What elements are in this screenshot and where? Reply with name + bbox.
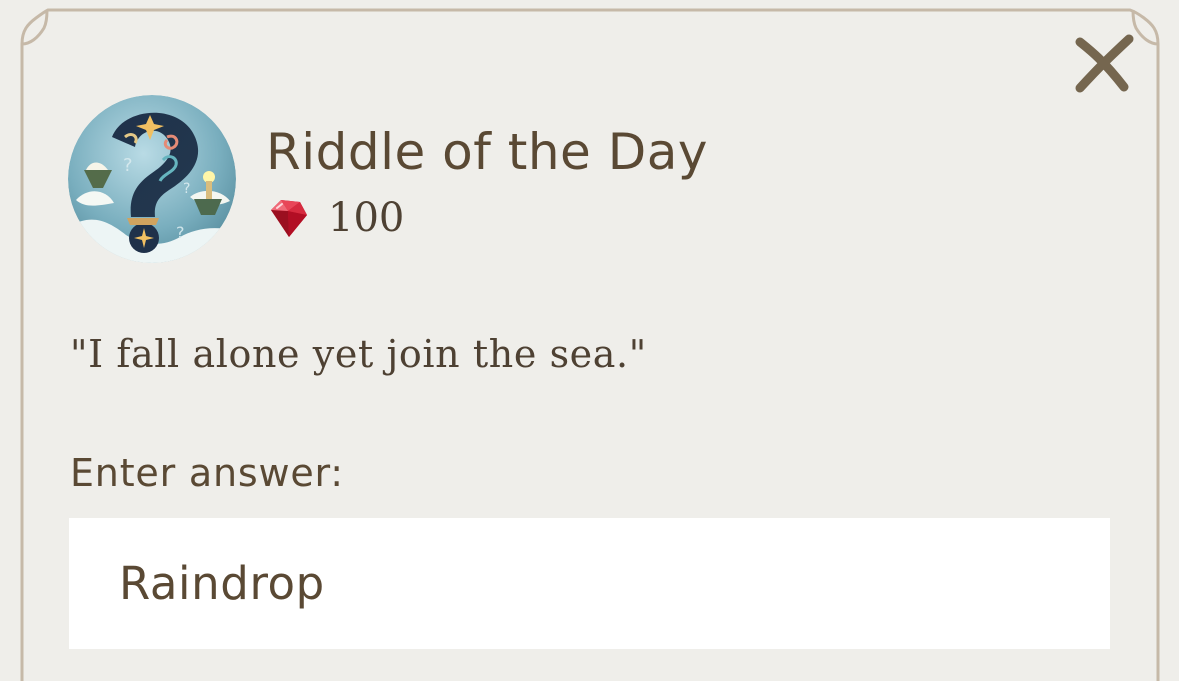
reward-value: 100 <box>328 195 405 241</box>
reward-amount: 100 <box>264 192 404 244</box>
answer-field[interactable] <box>69 518 1110 649</box>
riddle-dialog: ? ? ? Riddle of the Day 100 "I fall alon… <box>0 0 1179 681</box>
svg-text:?: ? <box>176 223 185 242</box>
riddle-avatar: ? ? ? <box>68 95 236 263</box>
close-button[interactable] <box>1068 30 1142 100</box>
question-mark-illustration: ? ? ? <box>68 95 236 263</box>
ruby-gem-icon <box>271 200 307 237</box>
answer-input[interactable] <box>69 518 1110 649</box>
dialog-title: Riddle of the Day <box>266 123 708 181</box>
answer-label: Enter answer: <box>70 451 344 495</box>
svg-text:?: ? <box>183 181 190 197</box>
riddle-text: "I fall alone yet join the sea." <box>70 332 647 376</box>
svg-text:?: ? <box>123 155 133 176</box>
close-icon <box>1075 34 1134 93</box>
